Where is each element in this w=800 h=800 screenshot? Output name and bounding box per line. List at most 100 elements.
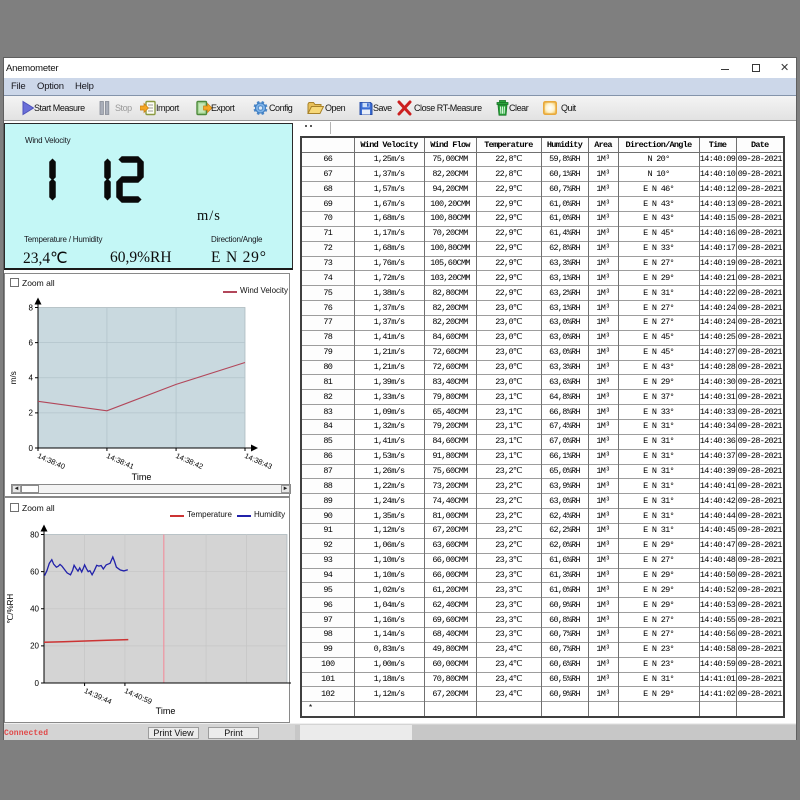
column-header-wind-flow[interactable]: Wind Flow bbox=[424, 137, 476, 152]
table-row[interactable]: 861,53m/s91,80CMM23,1℃66,1%RH1M³E N 31°1… bbox=[301, 449, 784, 464]
table-row[interactable]: 961,04m/s62,40CMM23,3℃60,9%RH1M³E N 29°1… bbox=[301, 598, 784, 613]
table-hscrollbar[interactable] bbox=[295, 725, 796, 740]
table-row[interactable]: 801,21m/s72,60CMM23,0℃63,3%RH1M³E N 43°1… bbox=[301, 360, 784, 375]
column-header-date[interactable]: Date bbox=[736, 137, 784, 152]
table-row[interactable]: 871,26m/s75,60CMM23,2℃65,0%RH1M³E N 31°1… bbox=[301, 464, 784, 479]
cell: 09-28-2021 bbox=[736, 271, 784, 286]
toolbar-button-close-rt-measure[interactable]: Close RT-Measure bbox=[397, 96, 492, 120]
table-row[interactable]: 741,72m/s103,20CMM22,9℃63,1%RH1M³E N 29°… bbox=[301, 271, 784, 286]
cell: 14:41:01 bbox=[699, 672, 736, 687]
table-row[interactable]: 691,67m/s100,20CMM22,9℃61,0%RH1M³E N 43°… bbox=[301, 197, 784, 212]
cell: 1M³ bbox=[588, 657, 618, 672]
column-header-time[interactable]: Time bbox=[699, 137, 736, 152]
cell: 09-28-2021 bbox=[736, 583, 784, 598]
table-row[interactable]: 811,39m/s83,40CMM23,0℃63,6%RH1M³E N 29°1… bbox=[301, 375, 784, 390]
table-row[interactable]: 701,68m/s100,80CMM22,9℃61,0%RH1M³E N 43°… bbox=[301, 211, 784, 226]
toolbar-button-clear[interactable]: Clear bbox=[496, 96, 536, 120]
table-row[interactable]: 941,10m/s66,00CMM23,3℃61,3%RH1M³E N 29°1… bbox=[301, 568, 784, 583]
column-header-humidity[interactable]: Humidity bbox=[541, 137, 588, 152]
table-row[interactable]: 951,02m/s61,20CMM23,3℃61,0%RH1M³E N 29°1… bbox=[301, 583, 784, 598]
table-row[interactable]: 1011,18m/s70,80CMM23,4℃60,5%RH1M³E N 31°… bbox=[301, 672, 784, 687]
table-row[interactable]: 781,41m/s84,60CMM23,0℃63,0%RH1M³E N 45°1… bbox=[301, 330, 784, 345]
x-axis-label: Time bbox=[156, 706, 176, 716]
scroll-left-arrow[interactable]: ◄ bbox=[12, 485, 21, 493]
table-row[interactable]: 761,37m/s82,20CMM23,0℃63,1%RH1M³E N 27°1… bbox=[301, 301, 784, 316]
table-row[interactable]: 791,21m/s72,60CMM23,0℃63,0%RH1M³E N 45°1… bbox=[301, 345, 784, 360]
toolbar-button-config[interactable]: Config bbox=[253, 96, 301, 120]
table-row[interactable]: 881,22m/s73,20CMM23,2℃63,9%RH1M³E N 31°1… bbox=[301, 479, 784, 494]
cell: 1M³ bbox=[588, 241, 618, 256]
cell: 14:40:31 bbox=[699, 390, 736, 405]
cell: 60,9%RH bbox=[541, 687, 588, 702]
cell: 1,68m/s bbox=[354, 241, 424, 256]
cell: 1M³ bbox=[588, 315, 618, 330]
table-row[interactable]: 681,57m/s94,20CMM22,9℃60,7%RH1M³E N 46°1… bbox=[301, 182, 784, 197]
toolbar-button-save[interactable]: Save bbox=[359, 96, 395, 120]
table-row[interactable]: 921,06m/s63,60CMM23,2℃62,0%RH1M³E N 29°1… bbox=[301, 538, 784, 553]
scroll-right-arrow[interactable]: ► bbox=[281, 485, 290, 493]
cell: 22,8℃ bbox=[476, 152, 541, 167]
close-button[interactable]: ✕ bbox=[767, 58, 796, 78]
column-header-wind-velocity[interactable]: Wind Velocity bbox=[354, 137, 424, 152]
table-hscrollbar-thumb[interactable] bbox=[300, 725, 412, 740]
toolbar-button-stop[interactable]: Stop bbox=[99, 96, 137, 120]
table-row[interactable]: 751,38m/s82,80CMM22,9℃63,2%RH1M³E N 31°1… bbox=[301, 286, 784, 301]
cell: 23,0℃ bbox=[476, 345, 541, 360]
table-row[interactable]: 911,12m/s67,20CMM23,2℃62,2%RH1M³E N 31°1… bbox=[301, 523, 784, 538]
cell: E N 29° bbox=[618, 375, 699, 390]
table-row[interactable]: 981,14m/s68,40CMM23,3℃60,7%RH1M³E N 27°1… bbox=[301, 628, 784, 643]
table-row[interactable]: 1021,12m/s67,20CMM23,4℃60,9%RH1M³E N 29°… bbox=[301, 687, 784, 702]
table-row[interactable]: 1001,00m/s60,00CMM23,4℃60,6%RH1M³E N 23°… bbox=[301, 657, 784, 672]
row-header: 67 bbox=[301, 167, 354, 182]
table-row[interactable]: 971,16m/s69,60CMM23,3℃60,8%RH1M³E N 27°1… bbox=[301, 613, 784, 628]
maximize-button[interactable] bbox=[738, 58, 767, 78]
table-row[interactable]: 711,17m/s70,20CMM22,9℃61,4%RH1M³E N 45°1… bbox=[301, 226, 784, 241]
toolbar-button-quit[interactable]: Quit bbox=[543, 96, 583, 120]
table-row[interactable]: 851,41m/s84,60CMM23,1℃67,0%RH1M³E N 31°1… bbox=[301, 434, 784, 449]
menu-item-option[interactable]: Option bbox=[37, 81, 64, 92]
column-header-area[interactable]: Area bbox=[588, 137, 618, 152]
toolbar-button-start-measure[interactable]: Start Measure bbox=[21, 96, 98, 120]
cell: E N 31° bbox=[618, 523, 699, 538]
cell: 60,7%RH bbox=[541, 182, 588, 197]
new-row[interactable]: * bbox=[301, 702, 784, 717]
cell: E N 45° bbox=[618, 345, 699, 360]
scroll-thumb[interactable] bbox=[21, 485, 39, 493]
table-row[interactable]: 841,32m/s79,20CMM23,1℃67,4%RH1M³E N 31°1… bbox=[301, 419, 784, 434]
row-header: 66 bbox=[301, 152, 354, 167]
table-row[interactable]: 821,33m/s79,80CMM23,1℃64,8%RH1M³E N 37°1… bbox=[301, 390, 784, 405]
table-row[interactable]: 990,83m/s49,80CMM23,4℃60,7%RH1M³E N 23°1… bbox=[301, 642, 784, 657]
cell: 60,5%RH bbox=[541, 672, 588, 687]
minimize-button[interactable] bbox=[709, 58, 738, 78]
table-row[interactable]: 891,24m/s74,40CMM23,2℃63,0%RH1M³E N 31°1… bbox=[301, 494, 784, 509]
menu-item-file[interactable]: File bbox=[11, 81, 26, 92]
toolbar-button-export[interactable]: Export bbox=[196, 96, 243, 120]
table-row[interactable]: 831,09m/s65,40CMM23,1℃66,8%RH1M³E N 33°1… bbox=[301, 405, 784, 420]
menu-item-help[interactable]: Help bbox=[75, 81, 94, 92]
column-header-direction-angle[interactable]: Direction/Angle bbox=[618, 137, 699, 152]
cell: 82,20CMM bbox=[424, 167, 476, 182]
trash-icon bbox=[496, 100, 509, 116]
print-button[interactable]: Print bbox=[208, 727, 259, 739]
chart-hscrollbar[interactable]: ◄► bbox=[11, 484, 291, 494]
print-view-button[interactable]: Print View bbox=[148, 727, 199, 739]
cell: E N 27° bbox=[618, 613, 699, 628]
column-header-rowhdr[interactable] bbox=[301, 137, 354, 152]
table-row[interactable]: 901,35m/s81,00CMM23,2℃62,4%RH1M³E N 31°1… bbox=[301, 509, 784, 524]
table-row[interactable]: 671,37m/s82,20CMM22,8℃60,1%RH1M³N 10°14:… bbox=[301, 167, 784, 182]
row-header: 89 bbox=[301, 494, 354, 509]
table-row[interactable]: 661,25m/s75,00CMM22,8℃59,8%RH1M³N 20°14:… bbox=[301, 152, 784, 167]
table-row[interactable]: 731,76m/s105,60CMM22,9℃63,3%RH1M³E N 27°… bbox=[301, 256, 784, 271]
main-content: Wind Velocitym/sTemperature / Humidity23… bbox=[4, 121, 796, 723]
toolbar-button-import[interactable]: Import bbox=[140, 96, 188, 120]
cell: 63,1%RH bbox=[541, 271, 588, 286]
column-header-temperature[interactable]: Temperature bbox=[476, 137, 541, 152]
grip-separator bbox=[330, 122, 331, 134]
table-row[interactable]: 771,37m/s82,20CMM23,0℃63,0%RH1M³E N 27°1… bbox=[301, 315, 784, 330]
cell: 09-28-2021 bbox=[736, 390, 784, 405]
toolbar-button-open[interactable]: Open bbox=[307, 96, 347, 120]
export-icon bbox=[196, 100, 212, 116]
table-row[interactable]: 931,10m/s66,00CMM23,3℃61,6%RH1M³E N 27°1… bbox=[301, 553, 784, 568]
lcd-direction-value: E N 29° bbox=[211, 249, 267, 267]
table-row[interactable]: 721,68m/s100,80CMM22,9℃62,8%RH1M³E N 33°… bbox=[301, 241, 784, 256]
